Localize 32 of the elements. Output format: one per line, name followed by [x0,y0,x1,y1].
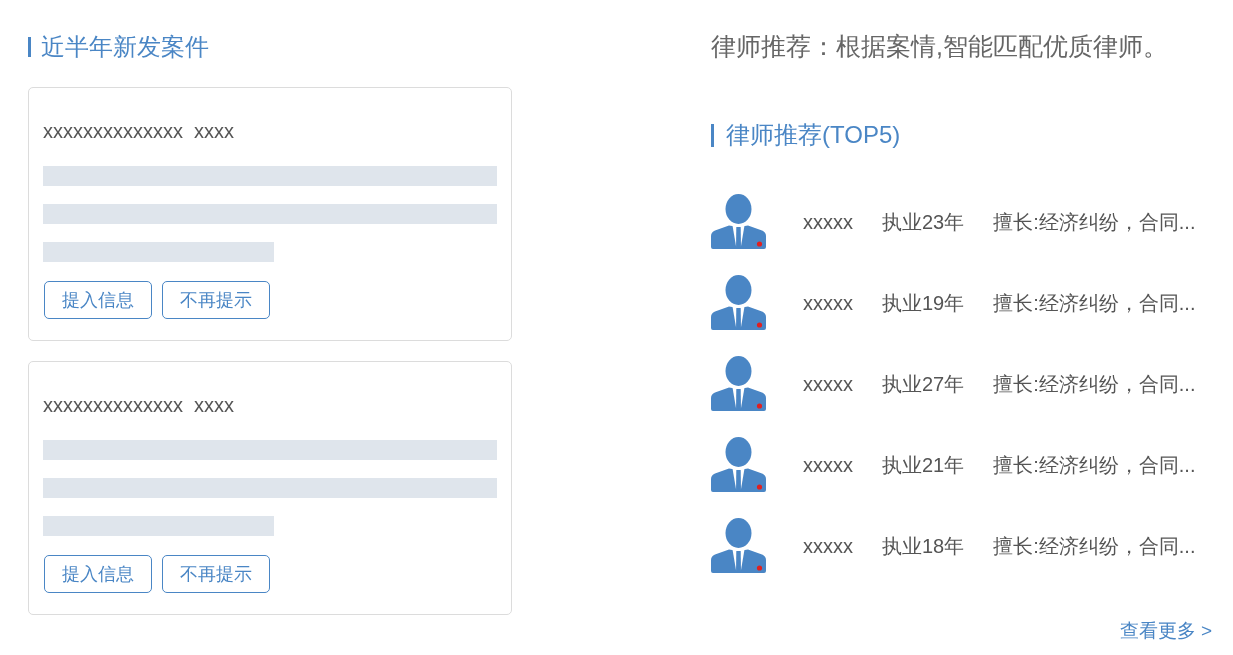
lawyer-specialty: 擅长:经济纠纷，合同... [993,371,1196,397]
action-button[interactable]: 不再提示 [162,555,270,593]
intro-text: 律师推荐：根据案情,智能匹配优质律师。 [711,31,1169,62]
lawyer-name: xxxxx [803,209,853,235]
lawyer-experience: 执业19年 [882,290,965,316]
view-more-link[interactable]: 查看更多 > [1119,619,1212,643]
lawyer-specialty: 擅长:经济纠纷，合同... [993,209,1196,235]
lawyer-specialty: 擅长:经济纠纷，合同... [993,452,1196,478]
accent-bar [28,37,31,57]
accent-bar [711,123,714,147]
lawyer-experience: 执业23年 [882,209,965,235]
lawyer-specialty: 擅长:经济纠纷，合同... [993,290,1196,316]
lawyer-experience: 执业21年 [882,452,965,478]
person-avatar-icon [711,275,766,330]
lawyer-experience: 执业18年 [882,533,965,559]
section-title: 律师推荐(TOP5) [726,120,901,150]
person-avatar-icon [711,437,766,492]
section-title: 近半年新发案件 [41,32,209,62]
person-avatar-icon [711,518,766,573]
case-title: xxxxxxxxxxxxxx xxxx [43,393,235,418]
lawyer-name: xxxxx [803,290,853,316]
case-title: xxxxxxxxxxxxxx xxxx [43,119,235,144]
action-button[interactable]: 提入信息 [44,555,152,593]
lawyer-name: xxxxx [803,452,853,478]
lawyer-experience: 执业27年 [882,371,965,397]
lawyer-name: xxxxx [803,533,853,559]
person-avatar-icon [711,356,766,411]
lawyer-name: xxxxx [803,371,853,397]
action-button[interactable]: 不再提示 [162,281,270,319]
action-button[interactable]: 提入信息 [44,281,152,319]
lawyer-specialty: 擅长:经济纠纷，合同... [993,533,1196,559]
person-avatar-icon [711,194,766,249]
